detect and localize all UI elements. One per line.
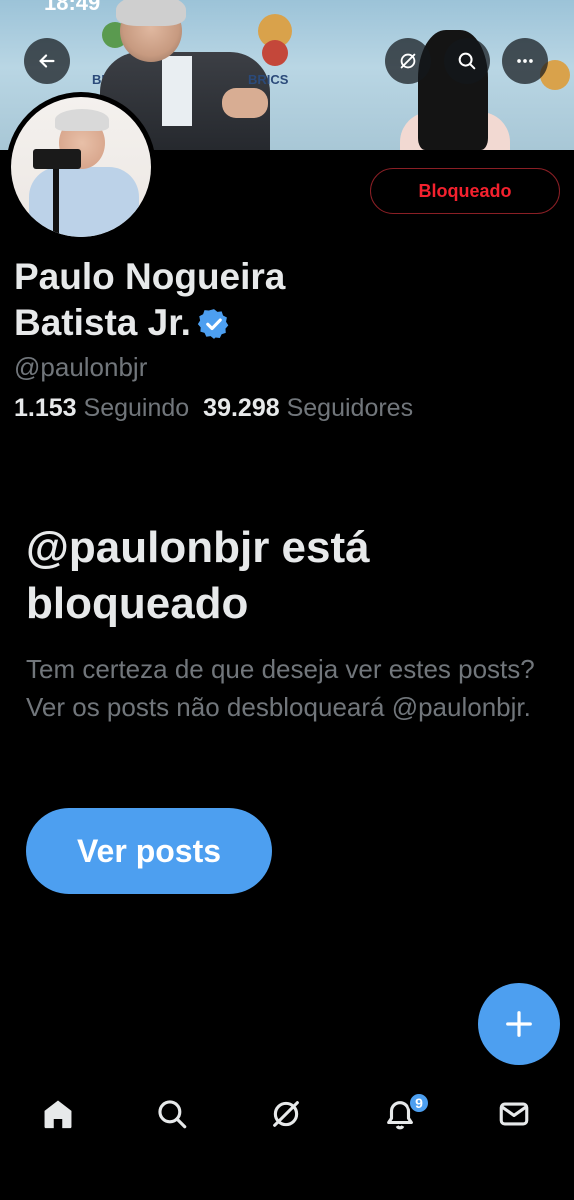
search-button[interactable] xyxy=(444,38,490,84)
banner-brics-logo: BRICS xyxy=(248,72,289,87)
profile-avatar[interactable] xyxy=(6,92,156,242)
mail-icon xyxy=(499,1102,529,1126)
back-button[interactable] xyxy=(24,38,70,84)
arrow-left-icon xyxy=(39,54,55,68)
nav-search[interactable] xyxy=(152,1094,192,1134)
profile-name: Paulo Nogueira Batista Jr. xyxy=(14,254,414,346)
followers-count: 39.298 xyxy=(203,394,280,422)
follow-stats: 1.153 Seguindo 39.298 Seguidores xyxy=(14,394,413,423)
grok-icon xyxy=(400,53,416,69)
more-horizontal-icon xyxy=(517,59,533,63)
followers-label: Seguidores xyxy=(286,394,414,422)
verified-badge-icon xyxy=(197,309,229,339)
nav-home[interactable] xyxy=(38,1094,78,1134)
grok-button[interactable] xyxy=(385,38,431,84)
profile-page: 18:49 BRICS BRICS xyxy=(0,0,574,1200)
bottom-nav xyxy=(0,1080,574,1150)
search-icon xyxy=(158,1100,187,1129)
status-bar-time: 18:49 xyxy=(44,0,101,15)
grok-icon xyxy=(273,1101,299,1127)
following-link[interactable]: 1.153 Seguindo xyxy=(14,394,189,422)
profile-name-line2-row: Batista Jr. xyxy=(14,300,414,346)
home-icon xyxy=(44,1100,72,1129)
profile-handle: @paulonbjr xyxy=(14,352,148,382)
nav-messages[interactable] xyxy=(494,1094,534,1134)
search-icon xyxy=(458,52,476,70)
plus-icon xyxy=(506,1011,532,1037)
profile-name-line1: Paulo Nogueira xyxy=(14,256,286,297)
compose-fab-button[interactable] xyxy=(478,983,560,1065)
nav-grok[interactable] xyxy=(266,1094,306,1134)
followers-link[interactable]: 39.298 Seguidores xyxy=(203,394,413,422)
blocked-notice-body: Tem certeza de que deseja ver estes post… xyxy=(26,654,535,722)
following-label: Seguindo xyxy=(83,394,190,422)
following-count: 1.153 xyxy=(14,394,77,422)
blocked-notice-title: @paulonbjr está bloqueado xyxy=(26,523,370,628)
notifications-badge: 9 xyxy=(408,1092,430,1114)
profile-name-line2: Batista Jr. xyxy=(14,302,191,343)
see-posts-button[interactable]: Ver posts xyxy=(26,808,272,894)
blocked-button[interactable]: Bloqueado xyxy=(370,168,560,214)
more-button[interactable] xyxy=(502,38,548,84)
